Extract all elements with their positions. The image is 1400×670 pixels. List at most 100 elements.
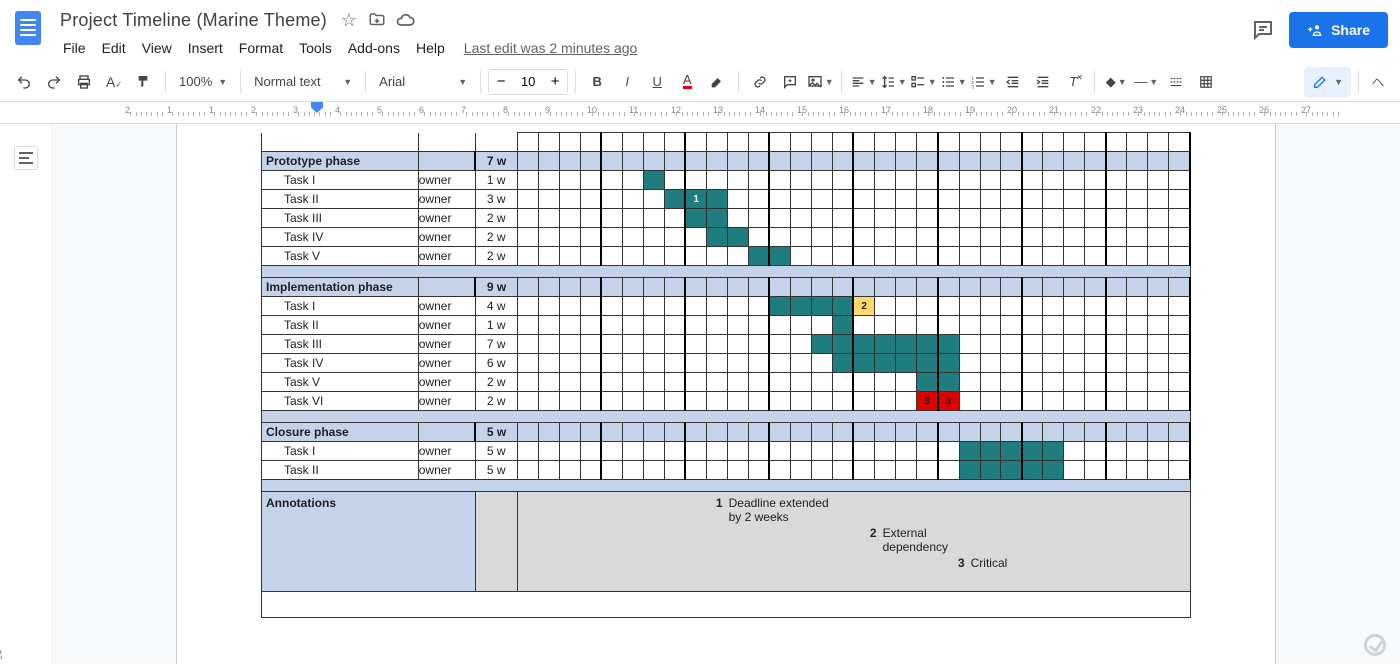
task-name: Task IV xyxy=(262,354,419,373)
spellcheck-button[interactable]: A✓ xyxy=(100,68,128,96)
table-options-button[interactable] xyxy=(1192,68,1220,96)
task-duration: 4 w xyxy=(475,297,517,316)
checklist-button[interactable]: ▼ xyxy=(909,68,937,96)
task-duration: 7 w xyxy=(475,152,517,171)
task-name: Task VI xyxy=(262,392,419,411)
indent-increase-button[interactable] xyxy=(1029,68,1057,96)
cloud-status-icon[interactable] xyxy=(395,10,415,30)
share-button[interactable]: Share xyxy=(1289,12,1388,48)
numbered-list-button[interactable]: 123▼ xyxy=(969,68,997,96)
indent-handle-icon[interactable] xyxy=(311,102,323,113)
menu-view[interactable]: View xyxy=(135,36,179,60)
task-name: Task IV xyxy=(262,228,419,247)
font-size-decrease[interactable]: − xyxy=(489,70,513,94)
zoom-select[interactable]: 100%▼ xyxy=(173,68,233,96)
menu-edit[interactable]: Edit xyxy=(95,36,133,60)
menu-format[interactable]: Format xyxy=(232,36,290,60)
task-owner: owner xyxy=(418,354,475,373)
border-width-button[interactable]: ―▼ xyxy=(1132,68,1160,96)
text-color-button[interactable]: A xyxy=(673,68,701,96)
task-name: Task II xyxy=(262,316,419,335)
task-name: Task III xyxy=(262,335,419,354)
menu-help[interactable]: Help xyxy=(409,36,452,60)
gantt-bar xyxy=(959,442,980,461)
gantt-bar xyxy=(706,228,727,247)
insert-link-button[interactable] xyxy=(746,68,774,96)
grammarly-icon[interactable] xyxy=(1364,634,1386,656)
task-duration xyxy=(475,133,517,152)
document-title[interactable]: Project Timeline (Marine Theme) xyxy=(56,8,331,33)
gantt-flag: 2 xyxy=(853,297,874,316)
comments-icon[interactable] xyxy=(1251,18,1275,42)
font-size-input[interactable] xyxy=(513,70,543,94)
gantt-bar xyxy=(938,354,959,373)
gantt-bar xyxy=(832,297,853,316)
gantt-flag: 3 xyxy=(938,392,959,411)
task-duration: 3 w xyxy=(475,190,517,209)
gantt-bar xyxy=(896,354,917,373)
task-owner: owner xyxy=(418,297,475,316)
gantt-bar xyxy=(769,297,790,316)
clear-formatting-button[interactable]: T✕ xyxy=(1059,68,1087,96)
task-name: Task II xyxy=(262,190,419,209)
gantt-bar xyxy=(1001,442,1022,461)
gantt-bar xyxy=(1022,442,1043,461)
task-duration: 5 w xyxy=(475,423,517,442)
menu-file[interactable]: File xyxy=(56,36,93,60)
task-duration: 1 w xyxy=(475,316,517,335)
task-duration: 2 w xyxy=(475,228,517,247)
align-button[interactable]: ▼ xyxy=(849,68,877,96)
highlight-button[interactable] xyxy=(703,68,731,96)
line-spacing-button[interactable]: ▼ xyxy=(879,68,907,96)
editing-mode-button[interactable]: ▼ xyxy=(1304,67,1351,97)
gantt-bar xyxy=(1022,461,1043,480)
underline-button[interactable]: U xyxy=(643,68,671,96)
collapse-toolbar-icon[interactable]: ヘ xyxy=(1366,70,1390,94)
task-owner: owner xyxy=(418,316,475,335)
annotation-text: Deadline extended by 2 weeks xyxy=(729,496,839,524)
task-name: Task I xyxy=(262,442,419,461)
print-button[interactable] xyxy=(70,68,98,96)
task-duration: 1 w xyxy=(475,171,517,190)
gantt-bar xyxy=(706,190,727,209)
font-size-increase[interactable]: + xyxy=(543,70,567,94)
italic-button[interactable]: I xyxy=(613,68,641,96)
gantt-bar xyxy=(980,461,1001,480)
last-edit-link[interactable]: Last edit was 2 minutes ago xyxy=(464,40,638,56)
border-style-button[interactable] xyxy=(1162,68,1190,96)
add-comment-button[interactable] xyxy=(776,68,804,96)
indent-decrease-button[interactable] xyxy=(999,68,1027,96)
menu-insert[interactable]: Insert xyxy=(181,36,230,60)
gantt-bar xyxy=(938,335,959,354)
menu-addons[interactable]: Add-ons xyxy=(341,36,407,60)
gantt-bar xyxy=(832,354,853,373)
task-owner: owner xyxy=(418,209,475,228)
gantt-bar xyxy=(896,335,917,354)
redo-button[interactable] xyxy=(40,68,68,96)
move-icon[interactable] xyxy=(367,10,387,30)
task-owner: owner xyxy=(418,461,475,480)
task-duration: 2 w xyxy=(475,247,517,266)
outline-toggle-button[interactable] xyxy=(14,146,38,170)
menu-tools[interactable]: Tools xyxy=(292,36,339,60)
font-size-control[interactable]: − + xyxy=(488,69,568,95)
docs-app-icon[interactable] xyxy=(10,6,46,50)
document-page[interactable]: Prototype phase7 wTask Iowner1 wTask IIo… xyxy=(176,124,1276,664)
task-owner xyxy=(418,423,475,442)
star-icon[interactable]: ☆ xyxy=(339,10,359,30)
paint-format-button[interactable] xyxy=(130,68,158,96)
gantt-bar xyxy=(769,247,790,266)
border-color-button[interactable]: ◆▼ xyxy=(1102,68,1130,96)
person-add-icon xyxy=(1307,22,1323,38)
bold-button[interactable]: B xyxy=(583,68,611,96)
undo-button[interactable] xyxy=(10,68,38,96)
horizontal-ruler[interactable]: 2112345678910111213141516171819202122232… xyxy=(105,102,1400,123)
font-select[interactable]: Arial▼ xyxy=(373,68,473,96)
gantt-bar xyxy=(685,209,706,228)
bullet-list-button[interactable]: ▼ xyxy=(939,68,967,96)
gantt-bar xyxy=(832,316,853,335)
gantt-bar xyxy=(1043,442,1064,461)
gantt-bar xyxy=(853,335,874,354)
insert-image-button[interactable]: ▼ xyxy=(806,68,834,96)
paragraph-style-select[interactable]: Normal text▼ xyxy=(248,68,358,96)
